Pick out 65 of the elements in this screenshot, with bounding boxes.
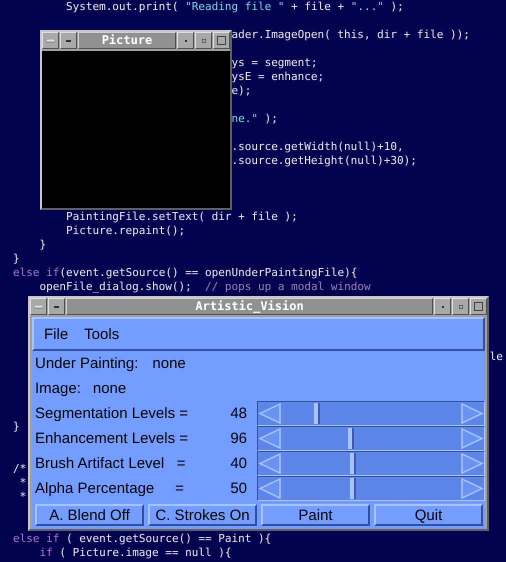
code-line: else if ( event.getSource() == Paint ){: [13, 532, 272, 545]
code-line: ys = segment;: [231, 56, 318, 69]
field-label: Under Painting:: [35, 355, 138, 372]
action-button[interactable]: Quit: [374, 504, 483, 526]
code-line: System.out.print( "Reading file " + file + "..." );: [66, 0, 404, 13]
slider[interactable]: [257, 426, 485, 451]
slider[interactable]: [257, 476, 485, 501]
code-line: }: [13, 420, 20, 433]
slider-thumb[interactable]: [314, 403, 320, 424]
maximize-button[interactable]: [195, 32, 212, 49]
field-value: none: [152, 355, 186, 372]
square-icon: [217, 36, 226, 45]
slider-value: 40: [230, 455, 247, 472]
slider-label: Segmentation Levels =: [35, 405, 188, 422]
code-line: PaintingFile.setText( dir + file );: [66, 210, 298, 223]
close-button[interactable]: [470, 298, 487, 315]
slider-label: Enhancement Levels =: [35, 430, 188, 447]
code-line: .source.getWidth(null)+10,: [231, 140, 404, 153]
code-line: *: [20, 490, 26, 503]
code-line: }: [13, 252, 20, 265]
code-line: openFile_dialog.show(); // pops up a modal window: [39, 280, 371, 293]
code-line: ne." );: [231, 112, 278, 125]
minimize-button[interactable]: [48, 298, 65, 315]
action-button[interactable]: Paint: [261, 504, 370, 526]
minimize-button[interactable]: [60, 32, 77, 49]
action-button[interactable]: A. Blend Off: [35, 504, 144, 526]
slider-thumb[interactable]: [350, 453, 356, 474]
code-line: else if(event.getSource() == openUnderPaintingFile){: [13, 266, 358, 279]
bar-icon: [34, 304, 43, 308]
slider[interactable]: [257, 401, 485, 426]
code-line: if ( Picture.image == null ){: [39, 546, 232, 559]
bar-icon: [46, 38, 55, 42]
code-line: ysE = enhance;: [231, 70, 324, 83]
slider-thumb[interactable]: [350, 478, 356, 499]
iconify-button[interactable]: [177, 32, 194, 49]
field-value: none: [92, 380, 126, 397]
window-title: Picture: [78, 32, 176, 49]
slider-value: 96: [230, 430, 247, 447]
code-line: }: [39, 238, 46, 251]
slider-value: 48: [230, 405, 247, 422]
window-menu-button[interactable]: [30, 298, 47, 315]
dash-icon: [66, 40, 71, 42]
code-line: *: [20, 476, 26, 489]
code-line: Picture.repaint();: [66, 224, 186, 237]
maximize-button[interactable]: [452, 298, 469, 315]
slider-label: Brush Artifact Level =: [35, 455, 186, 472]
window-menu-button[interactable]: [42, 32, 59, 49]
slider-label: Alpha Percentage =: [35, 480, 184, 497]
slider[interactable]: [257, 451, 485, 476]
code-line: ader.ImageOpen( this, dir + file ));: [231, 28, 470, 41]
code-line: .source.getHeight(null)+30);: [231, 154, 417, 167]
dash-icon: [54, 306, 59, 308]
code-line: le: [490, 350, 503, 363]
slider-value: 50: [230, 480, 247, 497]
code-line: /*: [13, 462, 26, 475]
close-button[interactable]: [213, 32, 230, 49]
code-line: e);: [231, 84, 252, 97]
action-button[interactable]: C. Strokes On: [148, 504, 257, 526]
slider-thumb[interactable]: [348, 428, 354, 449]
field-label: Image:: [35, 380, 81, 397]
iconify-button[interactable]: [434, 298, 451, 315]
square-icon: [474, 302, 483, 311]
menu-item[interactable]: File: [44, 326, 68, 342]
menu-item[interactable]: Tools: [84, 326, 120, 342]
window-title: Artistic_Vision: [66, 298, 433, 315]
